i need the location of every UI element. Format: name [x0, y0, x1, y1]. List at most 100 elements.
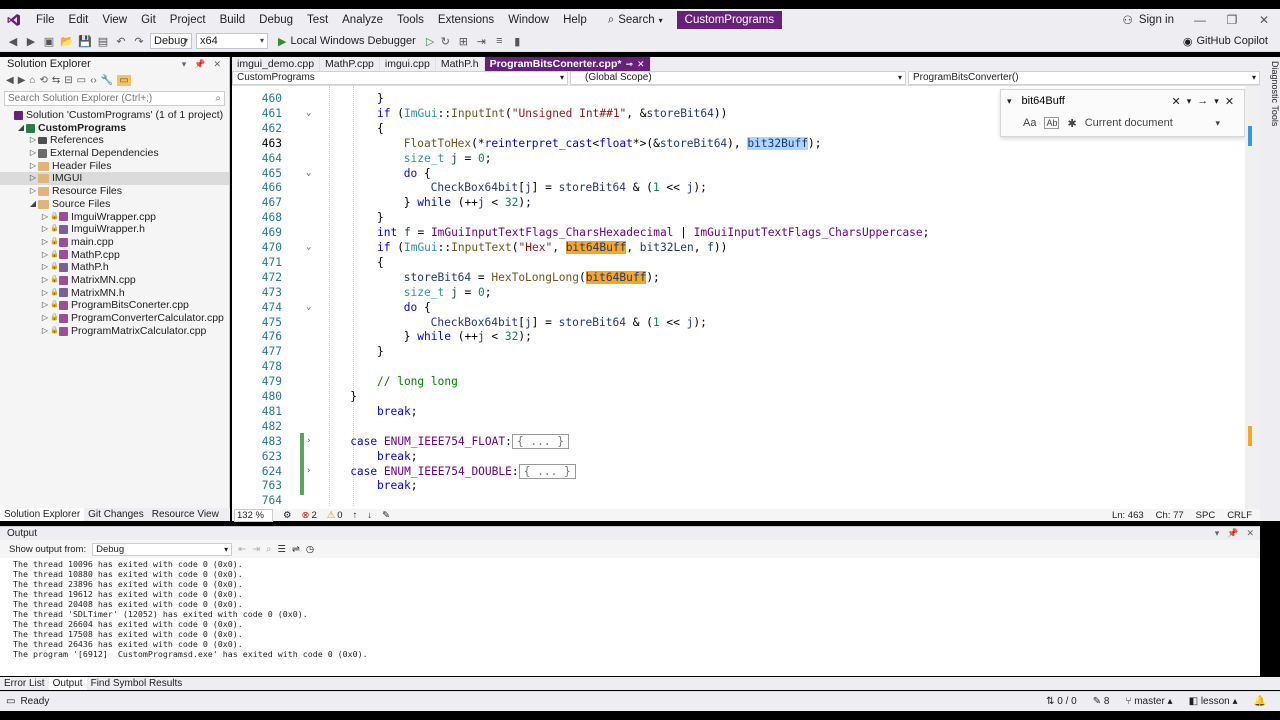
code-line[interactable]: 473 size_t j = 0;: [232, 285, 1252, 300]
menu-item-edit[interactable]: Edit: [62, 9, 96, 31]
warning-icon[interactable]: ⚠: [327, 510, 336, 521]
error-icon[interactable]: ⊗: [301, 510, 309, 521]
start-without-debug-icon[interactable]: ▷: [426, 35, 434, 48]
code-line[interactable]: 467} while (++j < 32);: [232, 195, 1252, 210]
clear-all-icon[interactable]: ☰: [277, 544, 286, 555]
github-copilot-button[interactable]: ◉ GitHub Copilot: [1183, 35, 1280, 48]
editor-vertical-scrollbar[interactable]: [1245, 86, 1260, 509]
goto-next-icon[interactable]: ⇥: [252, 544, 260, 555]
code-view-icon[interactable]: ‹›: [90, 75, 97, 86]
previous-issue-icon[interactable]: ↑: [353, 510, 358, 521]
code-line[interactable]: 477}: [232, 344, 1252, 359]
preview-icon[interactable]: ▭: [117, 74, 131, 86]
tab-find-symbol-results[interactable]: Find Symbol Results: [87, 677, 187, 690]
sync-icon[interactable]: ⟲: [39, 75, 47, 86]
back-icon[interactable]: ◀: [6, 75, 14, 86]
tab-solution-explorer[interactable]: Solution Explorer: [0, 508, 85, 521]
match-case-toggle[interactable]: Aa: [1023, 117, 1036, 129]
tree-item[interactable]: ▷ 🔒 MathP.h: [0, 261, 229, 274]
solution-search-input[interactable]: Search Solution Explorer (Ctrl+;) ⌕: [4, 91, 225, 106]
new-item-icon[interactable]: ▣: [42, 34, 56, 48]
pending-changes-icon[interactable]: ⇆: [52, 75, 60, 86]
code-line[interactable]: 465 ⌄ do {: [232, 166, 1252, 181]
menu-item-analyze[interactable]: Analyze: [335, 9, 390, 31]
tree-item[interactable]: ▷ 🔒 MathP.cpp: [0, 249, 229, 262]
tree-item[interactable]: ▷ 🔒 main.cpp: [0, 236, 229, 249]
save-all-icon[interactable]: ▤: [96, 34, 110, 48]
tree-item[interactable]: ▷ External Dependencies: [0, 147, 229, 160]
expander-icon[interactable]: ▷: [40, 211, 50, 224]
code-line[interactable]: 478: [232, 359, 1252, 374]
document-tab[interactable]: MathP.cpp: [320, 57, 380, 71]
code-line[interactable]: 464 size_t j = 0;: [232, 151, 1252, 166]
sign-in-button[interactable]: ⚇ Sign in: [1113, 13, 1184, 27]
restore-button[interactable]: ❐: [1216, 13, 1248, 27]
forward-icon[interactable]: ▶: [24, 34, 38, 48]
show-all-files-icon[interactable]: ▭: [77, 75, 86, 86]
code-line[interactable]: 763 break;: [232, 478, 1252, 493]
menu-item-debug[interactable]: Debug: [252, 9, 300, 31]
tree-item[interactable]: ◢ CustomPrograms: [0, 122, 229, 135]
pending-commits-indicator[interactable]: ✎ 8: [1093, 696, 1110, 707]
pin-icon[interactable]: 📌: [1227, 528, 1238, 539]
menu-item-test[interactable]: Test: [300, 9, 335, 31]
code-line[interactable]: 480}: [232, 389, 1252, 404]
tab-git-changes[interactable]: Git Changes: [84, 508, 148, 521]
code-line[interactable]: 483 › case ENUM_IEEE754_FLOAT:{ ... }: [232, 433, 1252, 449]
zoom-level[interactable]: 132 %: [234, 508, 273, 522]
whitespace-mode[interactable]: SPC: [1196, 510, 1216, 521]
start-debugger-button[interactable]: ▶ Local Windows Debugger ▷: [278, 35, 434, 48]
expander-icon[interactable]: ▷: [40, 299, 50, 312]
document-tab[interactable]: imgui.cpp: [380, 57, 436, 71]
code-line[interactable]: 470 ⌄ if (ImGui::InputText("Hex", bit64Buf…: [232, 240, 1252, 255]
tree-item[interactable]: ▷ 🔒 MatrixMN.h: [0, 287, 229, 300]
line-changes-indicator[interactable]: ⇅ 0 / 0: [1046, 696, 1077, 707]
code-line[interactable]: 482: [232, 419, 1252, 434]
menu-item-view[interactable]: View: [95, 9, 134, 31]
undo-icon[interactable]: ↶: [114, 34, 128, 48]
history-dropdown-icon[interactable]: ▾: [1187, 96, 1192, 107]
scope-dropdown[interactable]: (Global Scope) ▾: [570, 71, 906, 85]
code-cleanup-icon[interactable]: ✎: [382, 510, 390, 521]
member-dropdown[interactable]: ProgramBitsConverter() ▾: [908, 71, 1260, 85]
menu-item-git[interactable]: Git: [134, 9, 163, 31]
document-tab[interactable]: MathP.h: [436, 57, 485, 71]
tree-item[interactable]: ▷ 🔒 ImguiWrapper.cpp: [0, 211, 229, 224]
next-issue-icon[interactable]: ↓: [367, 510, 372, 521]
clear-icon[interactable]: ✕: [1172, 95, 1181, 108]
tree-item[interactable]: ▷ 🔒 ImguiWrapper.h: [0, 223, 229, 236]
expander-icon[interactable]: ◢: [16, 122, 26, 135]
find-in-output-icon[interactable]: ⌕: [266, 544, 271, 555]
scope-dropdown-icon[interactable]: ▾: [1215, 118, 1244, 129]
fold-toggle-icon[interactable]: ⌄: [306, 166, 311, 181]
home-icon[interactable]: ⌂: [29, 75, 35, 86]
minimize-button[interactable]: —: [1184, 13, 1216, 27]
platform-select[interactable]: x64 ▾: [196, 33, 268, 49]
code-line[interactable]: 469 int f = ImGuiInputTextFlags_CharsHexa…: [232, 225, 1252, 240]
code-line[interactable]: 468}: [232, 210, 1252, 225]
code-editor[interactable]: 460} 461 ⌄ if (ImGui::InputInt("Unsigned In…: [232, 86, 1260, 509]
code-line[interactable]: 474 ⌄ do {: [232, 300, 1252, 315]
document-tab[interactable]: ProgramBitsConerter.cpp* ⊸ ✕: [484, 57, 651, 71]
code-line[interactable]: 623 break;: [232, 449, 1252, 464]
expander-icon[interactable]: ▷: [28, 172, 38, 185]
line-endings[interactable]: CRLF: [1227, 510, 1252, 521]
diagnostic-tools-tab[interactable]: Diagnostic Tools: [1260, 57, 1280, 521]
hot-reload-icon[interactable]: ↻: [438, 34, 452, 48]
dropdown-icon[interactable]: ▾: [182, 59, 187, 70]
project-dropdown[interactable]: CustomPrograms ▾: [232, 71, 568, 85]
toggle-replace-icon[interactable]: ▾: [1007, 96, 1012, 107]
tab-output[interactable]: Output: [48, 677, 87, 690]
tree-item[interactable]: ▷ References: [0, 134, 229, 147]
menu-item-window[interactable]: Window: [501, 9, 556, 31]
menu-item-tools[interactable]: Tools: [390, 9, 431, 31]
tree-item[interactable]: ▷ IMGUI: [0, 172, 229, 186]
expander-icon[interactable]: ▷: [40, 236, 50, 249]
search-scope-select[interactable]: Current document: [1085, 117, 1173, 129]
close-window-button[interactable]: ✕: [1248, 13, 1280, 27]
match-word-toggle[interactable]: Ab: [1044, 117, 1060, 129]
branch-indicator[interactable]: ⑂ master ▴: [1125, 696, 1172, 707]
word-wrap-icon[interactable]: ⇌: [292, 544, 300, 555]
bookmark-icon[interactable]: ▮: [510, 34, 524, 48]
dropdown-icon[interactable]: ▾: [1215, 528, 1220, 539]
